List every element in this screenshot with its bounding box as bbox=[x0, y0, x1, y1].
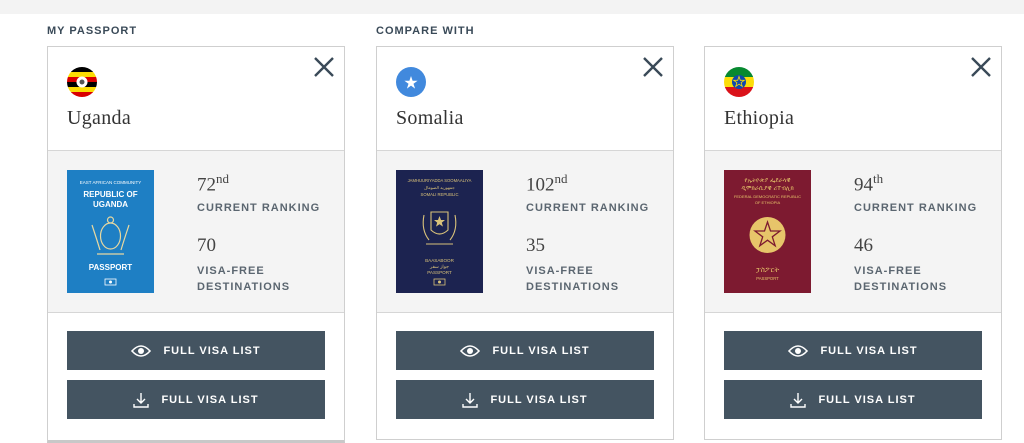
passport-cover-image: የኢትዮጵያ ፌደራላዊ ዲሞክራሲያዊ ሪፐብሊክ FEDERAL DEMOC… bbox=[724, 170, 811, 293]
card-stats: JAMHUURIYADDA SOOMAALIYA جمهورية الصومال… bbox=[377, 151, 673, 313]
button-label: FULL VISA LIST bbox=[492, 344, 590, 357]
card-header: Somalia bbox=[377, 47, 673, 151]
svg-text:BAASABOOR: BAASABOOR bbox=[425, 258, 455, 263]
svg-text:PASSPORT: PASSPORT bbox=[89, 263, 133, 272]
button-label: FULL VISA LIST bbox=[161, 393, 259, 406]
download-icon bbox=[133, 392, 150, 408]
close-icon[interactable] bbox=[310, 53, 338, 81]
ranking-label: CURRENT RANKING bbox=[197, 202, 321, 214]
eye-icon bbox=[131, 344, 152, 358]
top-bar bbox=[0, 0, 1024, 14]
close-icon[interactable] bbox=[967, 53, 995, 81]
my-passport-heading: MY PASSPORT bbox=[47, 25, 138, 37]
passport-cover-image: JAMHUURIYADDA SOOMAALIYA جمهورية الصومال… bbox=[396, 170, 483, 293]
full-visa-list-download-button[interactable]: FULL VISA LIST bbox=[724, 380, 982, 419]
svg-text:REPUBLIC OF: REPUBLIC OF bbox=[83, 190, 137, 199]
visa-free-label: VISA-FREE DESTINATIONS bbox=[854, 265, 948, 293]
card-header: Ethiopia bbox=[705, 47, 1001, 151]
visa-free-label: VISA-FREE DESTINATIONS bbox=[197, 265, 291, 293]
compare-with-heading: COMPARE WITH bbox=[376, 25, 475, 37]
svg-text:EAST AFRICAN COMMUNITY: EAST AFRICAN COMMUNITY bbox=[80, 180, 141, 185]
svg-text:JAMHUURIYADDA SOOMAALIYA: JAMHUURIYADDA SOOMAALIYA bbox=[408, 178, 472, 183]
somalia-flag-icon bbox=[396, 67, 426, 97]
ranking-label: CURRENT RANKING bbox=[854, 202, 978, 214]
button-label: FULL VISA LIST bbox=[818, 393, 916, 406]
card-header: Uganda bbox=[48, 47, 344, 151]
full-visa-list-view-button[interactable]: FULL VISA LIST bbox=[396, 331, 654, 370]
card-stats: EAST AFRICAN COMMUNITY REPUBLIC OF UGAND… bbox=[48, 151, 344, 313]
passport-card-somalia: Somalia JAMHUURIYADDA SOOMAALIYA جمهورية… bbox=[376, 46, 674, 440]
card-stats: የኢትዮጵያ ፌደራላዊ ዲሞክራሲያዊ ሪፐብሊክ FEDERAL DEMOC… bbox=[705, 151, 1001, 313]
ranking-number: 94th bbox=[854, 171, 884, 196]
visa-free-number: 70 bbox=[197, 235, 216, 256]
passport-card-uganda: Uganda EAST AFRICAN COMMUNITY REPUBLIC O… bbox=[47, 46, 345, 443]
ranking-label: CURRENT RANKING bbox=[526, 202, 650, 214]
button-label: FULL VISA LIST bbox=[163, 344, 261, 357]
full-visa-list-download-button[interactable]: FULL VISA LIST bbox=[67, 380, 325, 419]
svg-text:ዲሞክራሲያዊ ሪፐብሊክ: ዲሞክራሲያዊ ሪፐብሊክ bbox=[741, 185, 794, 192]
svg-text:OF ETHIOPIA: OF ETHIOPIA bbox=[755, 200, 781, 205]
full-visa-list-view-button[interactable]: FULL VISA LIST bbox=[724, 331, 982, 370]
passport-cover-image: EAST AFRICAN COMMUNITY REPUBLIC OF UGAND… bbox=[67, 170, 154, 293]
uganda-flag-icon bbox=[67, 67, 97, 97]
eye-icon bbox=[460, 344, 481, 358]
svg-text:የኢትዮጵያ ፌደራላዊ: የኢትዮጵያ ፌደራላዊ bbox=[745, 177, 791, 184]
full-visa-list-download-button[interactable]: FULL VISA LIST bbox=[396, 380, 654, 419]
svg-text:جمهورية الصومال: جمهورية الصومال bbox=[424, 185, 455, 190]
svg-text:FEDERAL DEMOCRATIC REPUBLIC: FEDERAL DEMOCRATIC REPUBLIC bbox=[734, 194, 801, 199]
visa-free-label: VISA-FREE DESTINATIONS bbox=[526, 265, 620, 293]
svg-text:PASSPORT: PASSPORT bbox=[756, 276, 779, 281]
close-icon[interactable] bbox=[639, 53, 667, 81]
ethiopia-flag-icon bbox=[724, 67, 754, 97]
ranking-number: 72nd bbox=[197, 171, 229, 196]
visa-free-number: 46 bbox=[854, 235, 873, 256]
country-name: Ethiopia bbox=[724, 107, 795, 129]
svg-text:ፓስፖርት: ፓስፖርት bbox=[756, 266, 780, 274]
visa-free-number: 35 bbox=[526, 235, 545, 256]
passport-card-ethiopia: Ethiopia የኢትዮጵያ ፌደራላዊ ዲሞክራሲያዊ ሪፐብሊክ FEDE… bbox=[704, 46, 1002, 440]
country-name: Somalia bbox=[396, 107, 464, 129]
svg-text:SOMALI REPUBLIC: SOMALI REPUBLIC bbox=[421, 192, 459, 197]
ranking-number: 102nd bbox=[526, 171, 568, 196]
button-label: FULL VISA LIST bbox=[820, 344, 918, 357]
eye-icon bbox=[788, 344, 809, 358]
full-visa-list-view-button[interactable]: FULL VISA LIST bbox=[67, 331, 325, 370]
download-icon bbox=[790, 392, 807, 408]
button-label: FULL VISA LIST bbox=[490, 393, 588, 406]
svg-text:PASSPORT: PASSPORT bbox=[427, 270, 452, 275]
country-name: Uganda bbox=[67, 107, 131, 129]
download-icon bbox=[462, 392, 479, 408]
svg-text:UGANDA: UGANDA bbox=[93, 200, 128, 209]
